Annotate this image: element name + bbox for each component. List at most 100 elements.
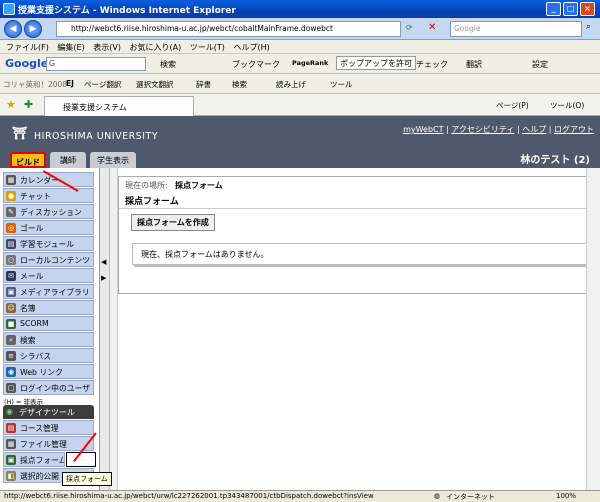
accessibility-link[interactable]: アクセシビリティ	[451, 125, 514, 134]
google-logo: Google	[5, 57, 49, 70]
sidebar-splitter[interactable]: ◀ ▶	[100, 168, 110, 490]
sidebar-item-local-content[interactable]: ○ ローカルコンテンツ	[3, 252, 94, 267]
sidebar-tool-grading-forms[interactable]: ▣ 採点フォーム	[3, 452, 65, 467]
browser-tab-label: 授業支援システム	[63, 103, 127, 112]
search-field[interactable]: Google	[450, 21, 582, 37]
collapse-left-icon[interactable]: ◀	[101, 258, 106, 266]
dictionary-button[interactable]: 辞書	[196, 79, 211, 90]
sidebar-item-roster[interactable]: ☺ 名簿	[3, 300, 94, 315]
sidebar-item-goals[interactable]: ◎ ゴール	[3, 220, 94, 235]
local-content-icon: ○	[6, 255, 16, 265]
title-divider	[119, 208, 591, 209]
tool-button[interactable]: ツール	[330, 79, 353, 90]
address-bar: ◀ ▶ http://webct6.riise.hiroshima-u.ac.j…	[0, 18, 600, 40]
sidebar-tool-file-management[interactable]: ▦ ファイル管理	[3, 436, 94, 451]
window-title: 授業支援システム - Windows Internet Explorer	[18, 6, 236, 16]
pagerank-indicator[interactable]: PageRank	[292, 59, 328, 67]
refresh-icon[interactable]: ⟳	[406, 23, 413, 32]
links-toolbar: コリャ英和！2008 EJ ページ翻訳 選択文翻訳 辞書 検索 読み上げ ツール	[0, 74, 600, 94]
menu-file[interactable]: ファイル(F)	[6, 40, 49, 53]
sidebar-item-syllabus[interactable]: ≡ シラバス	[3, 348, 94, 363]
expand-right-icon[interactable]: ▶	[101, 274, 106, 282]
page-translate-button[interactable]: ページ翻訳	[84, 79, 121, 90]
menu-edit[interactable]: 編集(E)	[57, 40, 84, 53]
sidebar-item-label: SCORM	[20, 319, 49, 328]
menu-bar: ファイル(F) 編集(E) 表示(V) お気に入り(A) ツール(T) ヘルプ(…	[0, 40, 600, 54]
sidebar-item-web-links[interactable]: ◉ Web リンク	[3, 364, 94, 379]
close-button[interactable]: ×	[580, 2, 595, 16]
translate-button[interactable]: 翻訳	[466, 59, 482, 70]
settings-button[interactable]: 設定	[532, 59, 548, 70]
goal-icon: ◎	[6, 223, 16, 233]
google-toolbar: Google G 検索 ブックマーク PageRank ポップアップを許可 チェ…	[0, 54, 600, 74]
url-text: http://webct6.riise.hiroshima-u.ac.jp/we…	[71, 24, 333, 33]
search-icon[interactable]: ⌕	[586, 22, 591, 32]
spellcheck-button[interactable]: チェック	[416, 59, 448, 70]
google-search-button[interactable]: 検索	[160, 59, 176, 70]
back-button[interactable]: ◀	[4, 20, 22, 38]
sidebar-item-learning-modules[interactable]: ▤ 学習モジュール	[3, 236, 94, 251]
tab-instructor[interactable]: 講師	[50, 152, 86, 168]
sidebar-item-online-users[interactable]: ▢ ログイン中のユーザ	[3, 380, 94, 395]
sidebar-item-media-library[interactable]: ▣ メディアライブラリ	[3, 284, 94, 299]
sidebar-item-label: ログイン中のユーザ	[20, 384, 91, 393]
menu-view[interactable]: 表示(V)	[93, 40, 121, 53]
selective-release-icon: ◧	[6, 471, 16, 481]
media-library-icon: ▣	[6, 287, 16, 297]
mywebct-link[interactable]: myWebCT	[403, 125, 443, 134]
popup-allow-button[interactable]: ポップアップを許可	[336, 56, 416, 70]
sidebar-tool-course-management[interactable]: ▤ コース管理	[3, 420, 94, 435]
stop-icon[interactable]: ✕	[428, 22, 436, 33]
minimize-button[interactable]: _	[546, 2, 561, 16]
create-grading-form-button[interactable]: 採点フォームを作成	[131, 214, 215, 231]
sidebar-item-label: 学習モジュール	[20, 240, 75, 249]
help-link[interactable]: ヘルプ	[522, 125, 546, 134]
tab-build[interactable]: ビルド	[10, 152, 46, 168]
menu-favorites[interactable]: お気に入り(A)	[130, 40, 182, 53]
course-management-icon: ▤	[6, 423, 16, 433]
discussion-icon: ✎	[6, 207, 16, 217]
lookup-button[interactable]: 検索	[232, 79, 247, 90]
sidebar-item-search[interactable]: ⌕ 検索	[3, 332, 94, 347]
sidebar-item-mail[interactable]: ✉ メール	[3, 268, 94, 283]
course-menu-sidebar: ▦ カレンダー ● チャット ✎ ディスカッション ◎ ゴール ▤ 学習モジュール ○ ロー…	[0, 168, 100, 490]
ej-button[interactable]: EJ	[66, 79, 74, 88]
browser-tab-bar: ★ ✚ 授業支援システム ページ(P) ツール(O)	[0, 94, 600, 116]
sidebar-item-discussion[interactable]: ✎ ディスカッション	[3, 204, 94, 219]
forward-button[interactable]: ▶	[24, 20, 42, 38]
menu-tools[interactable]: ツール(T)	[190, 40, 225, 53]
google-search-input[interactable]: G	[46, 57, 146, 71]
course-title: 林のテスト (2)	[520, 155, 590, 166]
status-bar: http://webct6.riise.hiroshima-u.ac.jp/we…	[0, 490, 600, 502]
sidebar-item-label: コース管理	[20, 424, 59, 433]
syllabus-icon: ≡	[6, 351, 16, 361]
sidebar-item-label: メール	[20, 272, 44, 281]
tools-menu[interactable]: ツール(O)	[550, 100, 584, 111]
logout-link[interactable]: ログアウト	[554, 125, 594, 134]
menu-help[interactable]: ヘルプ(H)	[233, 40, 269, 53]
page-title: 採点フォーム	[125, 197, 179, 207]
sidebar-item-label: ローカルコンテンツ	[20, 256, 91, 265]
browser-tab-active[interactable]: 授業支援システム	[44, 96, 194, 116]
sidebar-item-label: 採点フォーム	[20, 456, 65, 465]
designer-tools-header[interactable]: ◉ デザイナツール	[3, 405, 94, 419]
scorm-icon: ■	[6, 319, 16, 329]
sidebar-item-label: ディスカッション	[20, 208, 82, 217]
eiwa-label: コリャ英和！2008	[3, 80, 68, 89]
vertical-scrollbar[interactable]	[586, 168, 600, 490]
add-favorite-icon[interactable]: ✚	[24, 98, 33, 111]
page-menu[interactable]: ページ(P)	[496, 100, 529, 111]
sidebar-item-chat[interactable]: ● チャット	[3, 188, 94, 203]
favorites-star-icon[interactable]: ★	[6, 98, 16, 111]
url-field[interactable]: http://webct6.riise.hiroshima-u.ac.jp/we…	[56, 21, 401, 37]
sidebar-item-label: ゴール	[20, 224, 44, 233]
maximize-button[interactable]: □	[563, 2, 578, 16]
read-aloud-button[interactable]: 読み上げ	[276, 79, 306, 90]
selection-translate-button[interactable]: 選択文翻訳	[136, 79, 174, 90]
zoom-level[interactable]: 100%	[556, 492, 576, 500]
tab-student-view[interactable]: 学生表示	[90, 152, 136, 168]
sidebar-item-scorm[interactable]: ■ SCORM	[3, 316, 94, 331]
university-logo-icon: ⛩	[12, 126, 28, 140]
designer-tools-icon: ◉	[6, 407, 13, 416]
bookmark-button[interactable]: ブックマーク	[232, 59, 280, 70]
